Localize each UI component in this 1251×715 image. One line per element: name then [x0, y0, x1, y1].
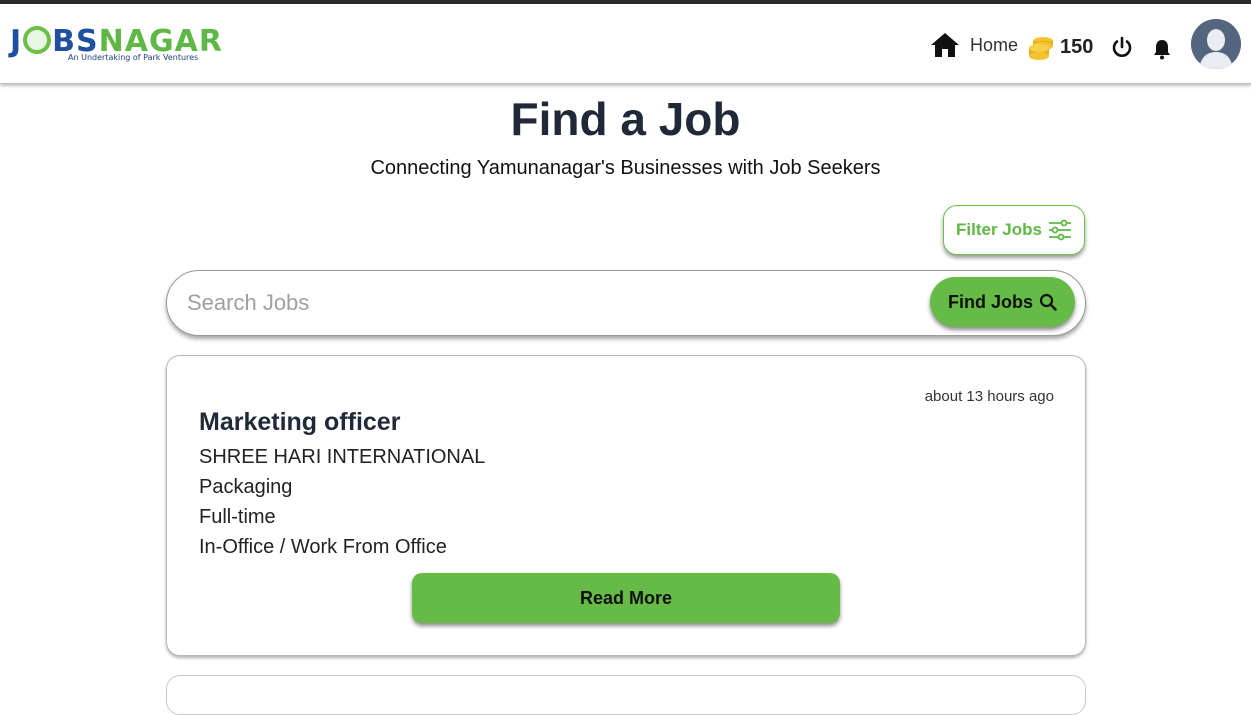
- user-avatar[interactable]: [1191, 19, 1241, 69]
- job-location: In-Office / Work From Office: [199, 536, 447, 558]
- sliders-icon: [1048, 219, 1071, 241]
- logo-letter-j: J: [10, 24, 23, 59]
- search-bar: Find Jobs: [166, 270, 1086, 336]
- job-title: Marketing officer: [199, 408, 401, 436]
- read-more-button[interactable]: Read More: [412, 573, 840, 623]
- page-title: Find a Job: [510, 93, 741, 145]
- home-icon: [931, 33, 959, 57]
- bell-icon[interactable]: [1150, 37, 1174, 61]
- coin-count: 150: [1060, 36, 1094, 58]
- find-jobs-button[interactable]: Find Jobs: [930, 277, 1075, 327]
- job-posted-time: about 13 hours ago: [924, 388, 1054, 405]
- job-type: Full-time: [199, 506, 276, 528]
- filter-jobs-button[interactable]: Filter Jobs: [943, 205, 1085, 255]
- home-link[interactable]: Home: [930, 32, 1018, 58]
- job-category: Packaging: [199, 476, 293, 498]
- search-icon: [1039, 293, 1057, 311]
- job-card-next: [166, 675, 1086, 715]
- power-icon[interactable]: [1110, 36, 1134, 60]
- page-subtitle: Connecting Yamunanagar's Businesses with…: [370, 157, 881, 179]
- filter-jobs-label: Filter Jobs: [956, 220, 1042, 239]
- coins-icon: [1029, 37, 1053, 60]
- logo-tagline: An Undertaking of Park Ventures: [68, 53, 199, 62]
- job-card: about 13 hours ago Marketing officer SHR…: [166, 355, 1086, 656]
- jobsnagar-logo[interactable]: J BSNAGAR An Undertaking of Park Ventures: [10, 24, 225, 68]
- find-jobs-label: Find Jobs: [948, 291, 1033, 312]
- search-input[interactable]: [187, 283, 927, 323]
- user-silhouette-icon: [1191, 19, 1241, 69]
- home-label: Home: [970, 34, 1019, 55]
- job-company: SHREE HARI INTERNATIONAL: [199, 446, 486, 468]
- logo-o-icon: [23, 26, 52, 54]
